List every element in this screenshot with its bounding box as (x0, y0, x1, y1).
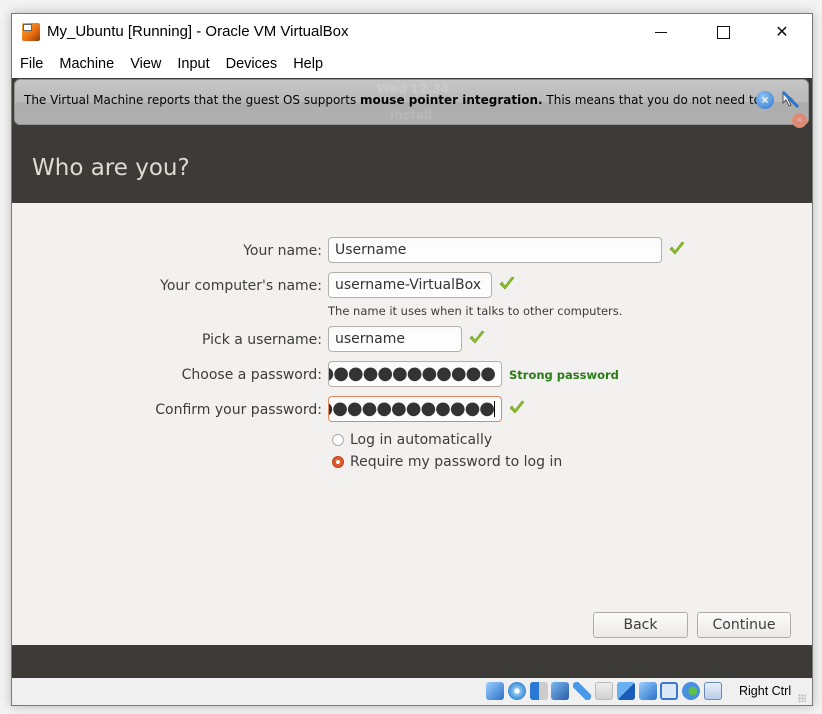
computer-name-label: Your computer's name: (160, 278, 322, 294)
resize-grip-icon[interactable] (798, 694, 806, 702)
hard-disk-icon[interactable] (486, 682, 504, 700)
username-input[interactable]: username (328, 326, 462, 352)
cpu-virtualization-icon[interactable] (660, 682, 679, 700)
close-icon[interactable]: × (792, 113, 807, 128)
notice-text: The Virtual Machine reports that the gue… (24, 93, 761, 107)
host-key-label: Right Ctrl (739, 684, 792, 698)
menu-machine[interactable]: Machine (59, 56, 114, 72)
your-name-label: Your name: (243, 243, 322, 259)
title-bar[interactable]: My_Ubuntu [Running] - Oracle VM VirtualB… (12, 14, 812, 50)
radio-checked-icon[interactable] (332, 456, 344, 468)
menu-help[interactable]: Help (293, 56, 323, 72)
checkmark-icon (669, 241, 685, 255)
notice-text-part: The Virtual Machine reports that the gue… (24, 93, 361, 107)
mouse-integration-icon[interactable] (780, 89, 800, 109)
window-title: My_Ubuntu [Running] - Oracle VM VirtualB… (47, 23, 349, 40)
continue-button[interactable]: Continue (697, 612, 791, 638)
optical-drive-icon[interactable] (507, 682, 526, 700)
computer-name-hint: The name it uses when it talks to other … (328, 304, 623, 318)
menu-bar: File Machine View Input Devices Help (12, 50, 812, 78)
notice-text-bold: mouse pointer integration. (360, 93, 543, 107)
menu-input[interactable]: Input (177, 56, 209, 72)
checkmark-icon (509, 400, 525, 414)
menu-file[interactable]: File (20, 56, 43, 72)
close-button[interactable]: ✕ (759, 14, 805, 50)
installer-footer (12, 645, 812, 678)
mouse-integration-icon[interactable] (682, 682, 701, 700)
your-name-input[interactable]: Username (328, 237, 662, 263)
notice-text-part: This means that you do not need to (542, 93, 761, 107)
device-icons (486, 682, 726, 700)
checkmark-icon (469, 330, 485, 344)
computer-name-input[interactable]: username-VirtualBox (328, 272, 492, 298)
maximize-icon (716, 25, 730, 39)
shared-folders-icon[interactable] (594, 682, 613, 700)
text-caret (494, 401, 495, 417)
confirm-password-label: Confirm your password: (155, 402, 322, 418)
mouse-integration-notice: The Virtual Machine reports that the gue… (14, 79, 809, 128)
display-icon[interactable] (616, 682, 635, 700)
minimize-button[interactable] (638, 14, 684, 50)
page-title: Who are you? (32, 155, 190, 181)
usb-icon[interactable] (573, 682, 592, 700)
username-label: Pick a username: (201, 332, 322, 348)
checkmark-icon (499, 276, 515, 290)
login-automatically-option[interactable]: Log in automatically (332, 432, 492, 448)
user-form: Your name: Username Your computer's name… (12, 203, 812, 643)
require-password-option[interactable]: Require my password to log in (332, 454, 562, 470)
virtualbox-app-icon (22, 23, 40, 41)
password-strength: Strong password (509, 368, 619, 382)
login-automatically-label: Log in automatically (350, 432, 493, 448)
keyboard-capture-icon[interactable] (703, 682, 722, 700)
guest-display[interactable]: Wed 12:34 Install Who are you? The Virtu… (12, 78, 812, 678)
close-icon: ✕ (775, 24, 789, 41)
network-icon[interactable] (551, 682, 570, 700)
confirm-password-value: ●●●●●●●●●●●●●● (329, 398, 495, 419)
password-input[interactable]: ●●●●●●●●●●●●●● (328, 361, 502, 387)
video-capture-icon[interactable] (638, 682, 657, 700)
back-button[interactable]: Back (593, 612, 688, 638)
minimize-icon (655, 31, 667, 33)
require-password-label: Require my password to log in (350, 454, 563, 470)
menu-devices[interactable]: Devices (226, 56, 278, 72)
notice-dismiss-button[interactable]: × (756, 91, 774, 109)
menu-view[interactable]: View (130, 56, 161, 72)
maximize-button[interactable] (700, 14, 746, 50)
status-bar: Right Ctrl (12, 678, 812, 705)
confirm-password-input[interactable]: ●●●●●●●●●●●●●● (328, 396, 502, 422)
radio-unchecked-icon[interactable] (332, 434, 344, 446)
password-label: Choose a password: (181, 367, 322, 383)
virtualbox-window: My_Ubuntu [Running] - Oracle VM VirtualB… (11, 13, 813, 706)
installer-header: Who are you? (12, 128, 812, 203)
audio-icon[interactable] (529, 682, 548, 700)
